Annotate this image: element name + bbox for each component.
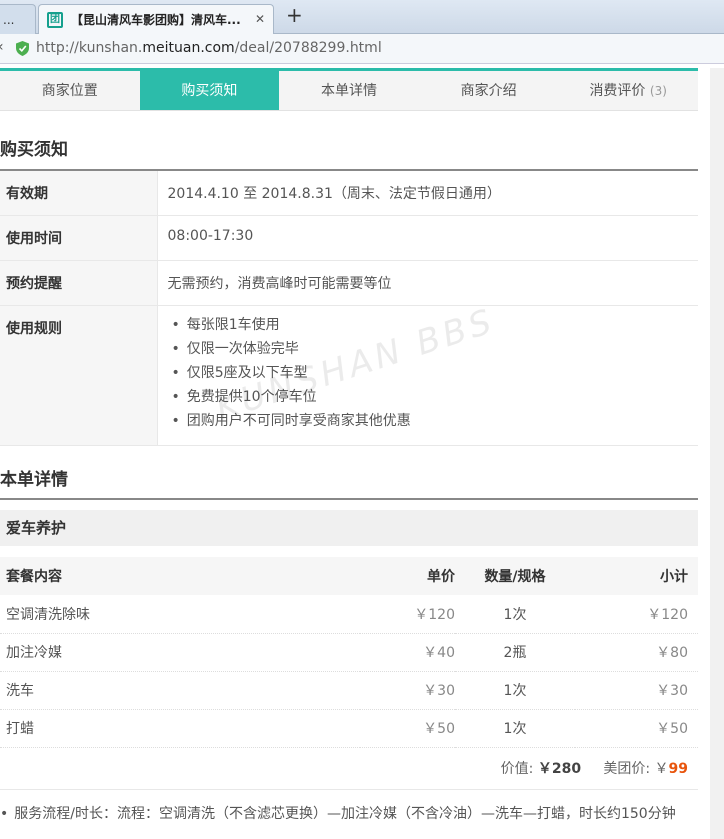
deal-nav: 商家位置 购买须知 本单详情 商家介绍 消费评价 (3) bbox=[0, 71, 698, 111]
back-arrow-icon[interactable]: ‹ bbox=[0, 39, 4, 55]
row-key-hours: 使用时间 bbox=[0, 215, 158, 261]
table-header-row: 套餐内容 单价 数量/规格 小计 bbox=[0, 557, 698, 595]
tab-label: 本单详情 bbox=[320, 83, 377, 99]
notice-table: 有效期 2014.4.10 至 2014.8.31（周末、法定节假日通用） 使用… bbox=[0, 171, 698, 446]
item-quantity: 2瓶 bbox=[455, 633, 575, 672]
item-name: 空调清洗除味 bbox=[0, 595, 360, 634]
address-bar: ‹ http://kunshan.meituan.com/deal/207882… bbox=[0, 34, 724, 64]
table-row: 洗车 ￥30 1次 ￥30 bbox=[0, 671, 698, 710]
item-name: 加注冷媒 bbox=[0, 633, 360, 672]
item-name: 洗车 bbox=[0, 671, 360, 710]
category-header: 爱车养护 bbox=[0, 510, 698, 546]
section-divider bbox=[0, 498, 698, 500]
item-price: ￥50 bbox=[360, 709, 455, 748]
row-value-hours: 08:00-17:30 bbox=[157, 215, 698, 261]
deal-price-amount: 99 bbox=[668, 761, 688, 777]
new-tab-button[interactable]: + bbox=[286, 3, 303, 27]
url-path: /deal/20788299.html bbox=[234, 40, 382, 56]
tab-label: 消费评价 bbox=[589, 83, 646, 99]
item-subtotal: ￥120 bbox=[575, 595, 698, 634]
tab-label: 商家位置 bbox=[41, 83, 98, 99]
tab-label: 购买须知 bbox=[181, 83, 238, 99]
url-field[interactable]: http://kunshan.meituan.com/deal/20788299… bbox=[36, 40, 382, 56]
item-subtotal: ￥30 bbox=[575, 671, 698, 710]
item-quantity: 1次 bbox=[455, 595, 575, 634]
tab-reviews[interactable]: 消费评价 (3) bbox=[558, 71, 698, 110]
browser-tab-previous[interactable]: ... bbox=[0, 4, 36, 34]
tab-deal-details[interactable]: 本单详情 bbox=[279, 71, 419, 110]
row-key-validity: 有效期 bbox=[0, 171, 158, 216]
review-count: (3) bbox=[649, 84, 667, 98]
col-header-content: 套餐内容 bbox=[0, 557, 360, 595]
row-value-reservation: 无需预约，消费高峰时可能需要等位 bbox=[157, 260, 698, 306]
item-price: ￥30 bbox=[360, 671, 455, 710]
value-amount: ￥280 bbox=[537, 761, 582, 777]
service-process-text: 服务流程/时长：流程：空调清洗（不含滤芯更换）—加注冷媒（不含冷油）—洗车—打蜡… bbox=[0, 803, 675, 823]
url-domain: meituan.com bbox=[142, 40, 235, 56]
meituan-favicon-icon: 团 bbox=[47, 11, 63, 28]
section-title-details: 本单详情 bbox=[0, 470, 68, 490]
section-title-notice: 购买须知 bbox=[0, 140, 68, 160]
item-price: ￥40 bbox=[360, 633, 455, 672]
item-price: ￥120 bbox=[360, 595, 455, 634]
close-tab-icon[interactable]: ✕ bbox=[255, 12, 265, 26]
col-header-subtotal: 小计 bbox=[575, 557, 698, 595]
table-row: 打蜡 ￥50 1次 ￥50 bbox=[0, 709, 698, 748]
col-header-quantity: 数量/规格 bbox=[455, 557, 575, 595]
deal-price-label: 美团价: bbox=[603, 761, 651, 777]
price-summary: 价值: ￥280 美团价: ￥99 bbox=[0, 750, 698, 790]
table-row: 空调清洗除味 ￥120 1次 ￥120 bbox=[0, 595, 698, 634]
tab-merchant-intro[interactable]: 商家介绍 bbox=[419, 71, 559, 110]
col-header-unit-price: 单价 bbox=[360, 557, 455, 595]
row-key-rules: 使用规则 bbox=[0, 305, 158, 446]
browser-tab-active[interactable]: 团 【昆山清风车影团购】清风车... ✕ bbox=[38, 4, 274, 34]
row-key-reservation: 预约提醒 bbox=[0, 260, 158, 306]
item-subtotal: ￥50 bbox=[575, 709, 698, 748]
table-row: 使用时间 08:00-17:30 bbox=[0, 215, 698, 261]
tab-label: 商家介绍 bbox=[460, 83, 517, 99]
deal-currency: ￥ bbox=[654, 761, 669, 777]
url-prefix: http://kunshan. bbox=[36, 40, 143, 56]
item-subtotal: ￥80 bbox=[575, 633, 698, 672]
value-label: 价值: bbox=[500, 761, 534, 777]
browser-tab-bar: ... 团 【昆山清风车影团购】清风车... ✕ + bbox=[0, 0, 724, 34]
previous-tab-label: ... bbox=[3, 12, 15, 27]
tab-merchant-location[interactable]: 商家位置 bbox=[0, 71, 140, 110]
item-quantity: 1次 bbox=[455, 709, 575, 748]
row-value-validity: 2014.4.10 至 2014.8.31（周末、法定节假日通用） bbox=[157, 171, 698, 216]
tab-purchase-notice[interactable]: 购买须知 bbox=[139, 71, 280, 110]
table-row: 预约提醒 无需预约，消费高峰时可能需要等位 bbox=[0, 260, 698, 306]
package-table: 套餐内容 单价 数量/规格 小计 空调清洗除味 ￥120 1次 ￥120 加注冷… bbox=[0, 557, 698, 748]
secure-shield-icon bbox=[16, 41, 29, 56]
item-name: 打蜡 bbox=[0, 709, 360, 748]
table-row: 加注冷媒 ￥40 2瓶 ￥80 bbox=[0, 633, 698, 672]
item-quantity: 1次 bbox=[455, 671, 575, 710]
table-row: 有效期 2014.4.10 至 2014.8.31（周末、法定节假日通用） bbox=[0, 171, 698, 216]
tab-title: 【昆山清风车影团购】清风车... bbox=[71, 13, 241, 27]
page-scrollbar[interactable] bbox=[710, 68, 724, 839]
